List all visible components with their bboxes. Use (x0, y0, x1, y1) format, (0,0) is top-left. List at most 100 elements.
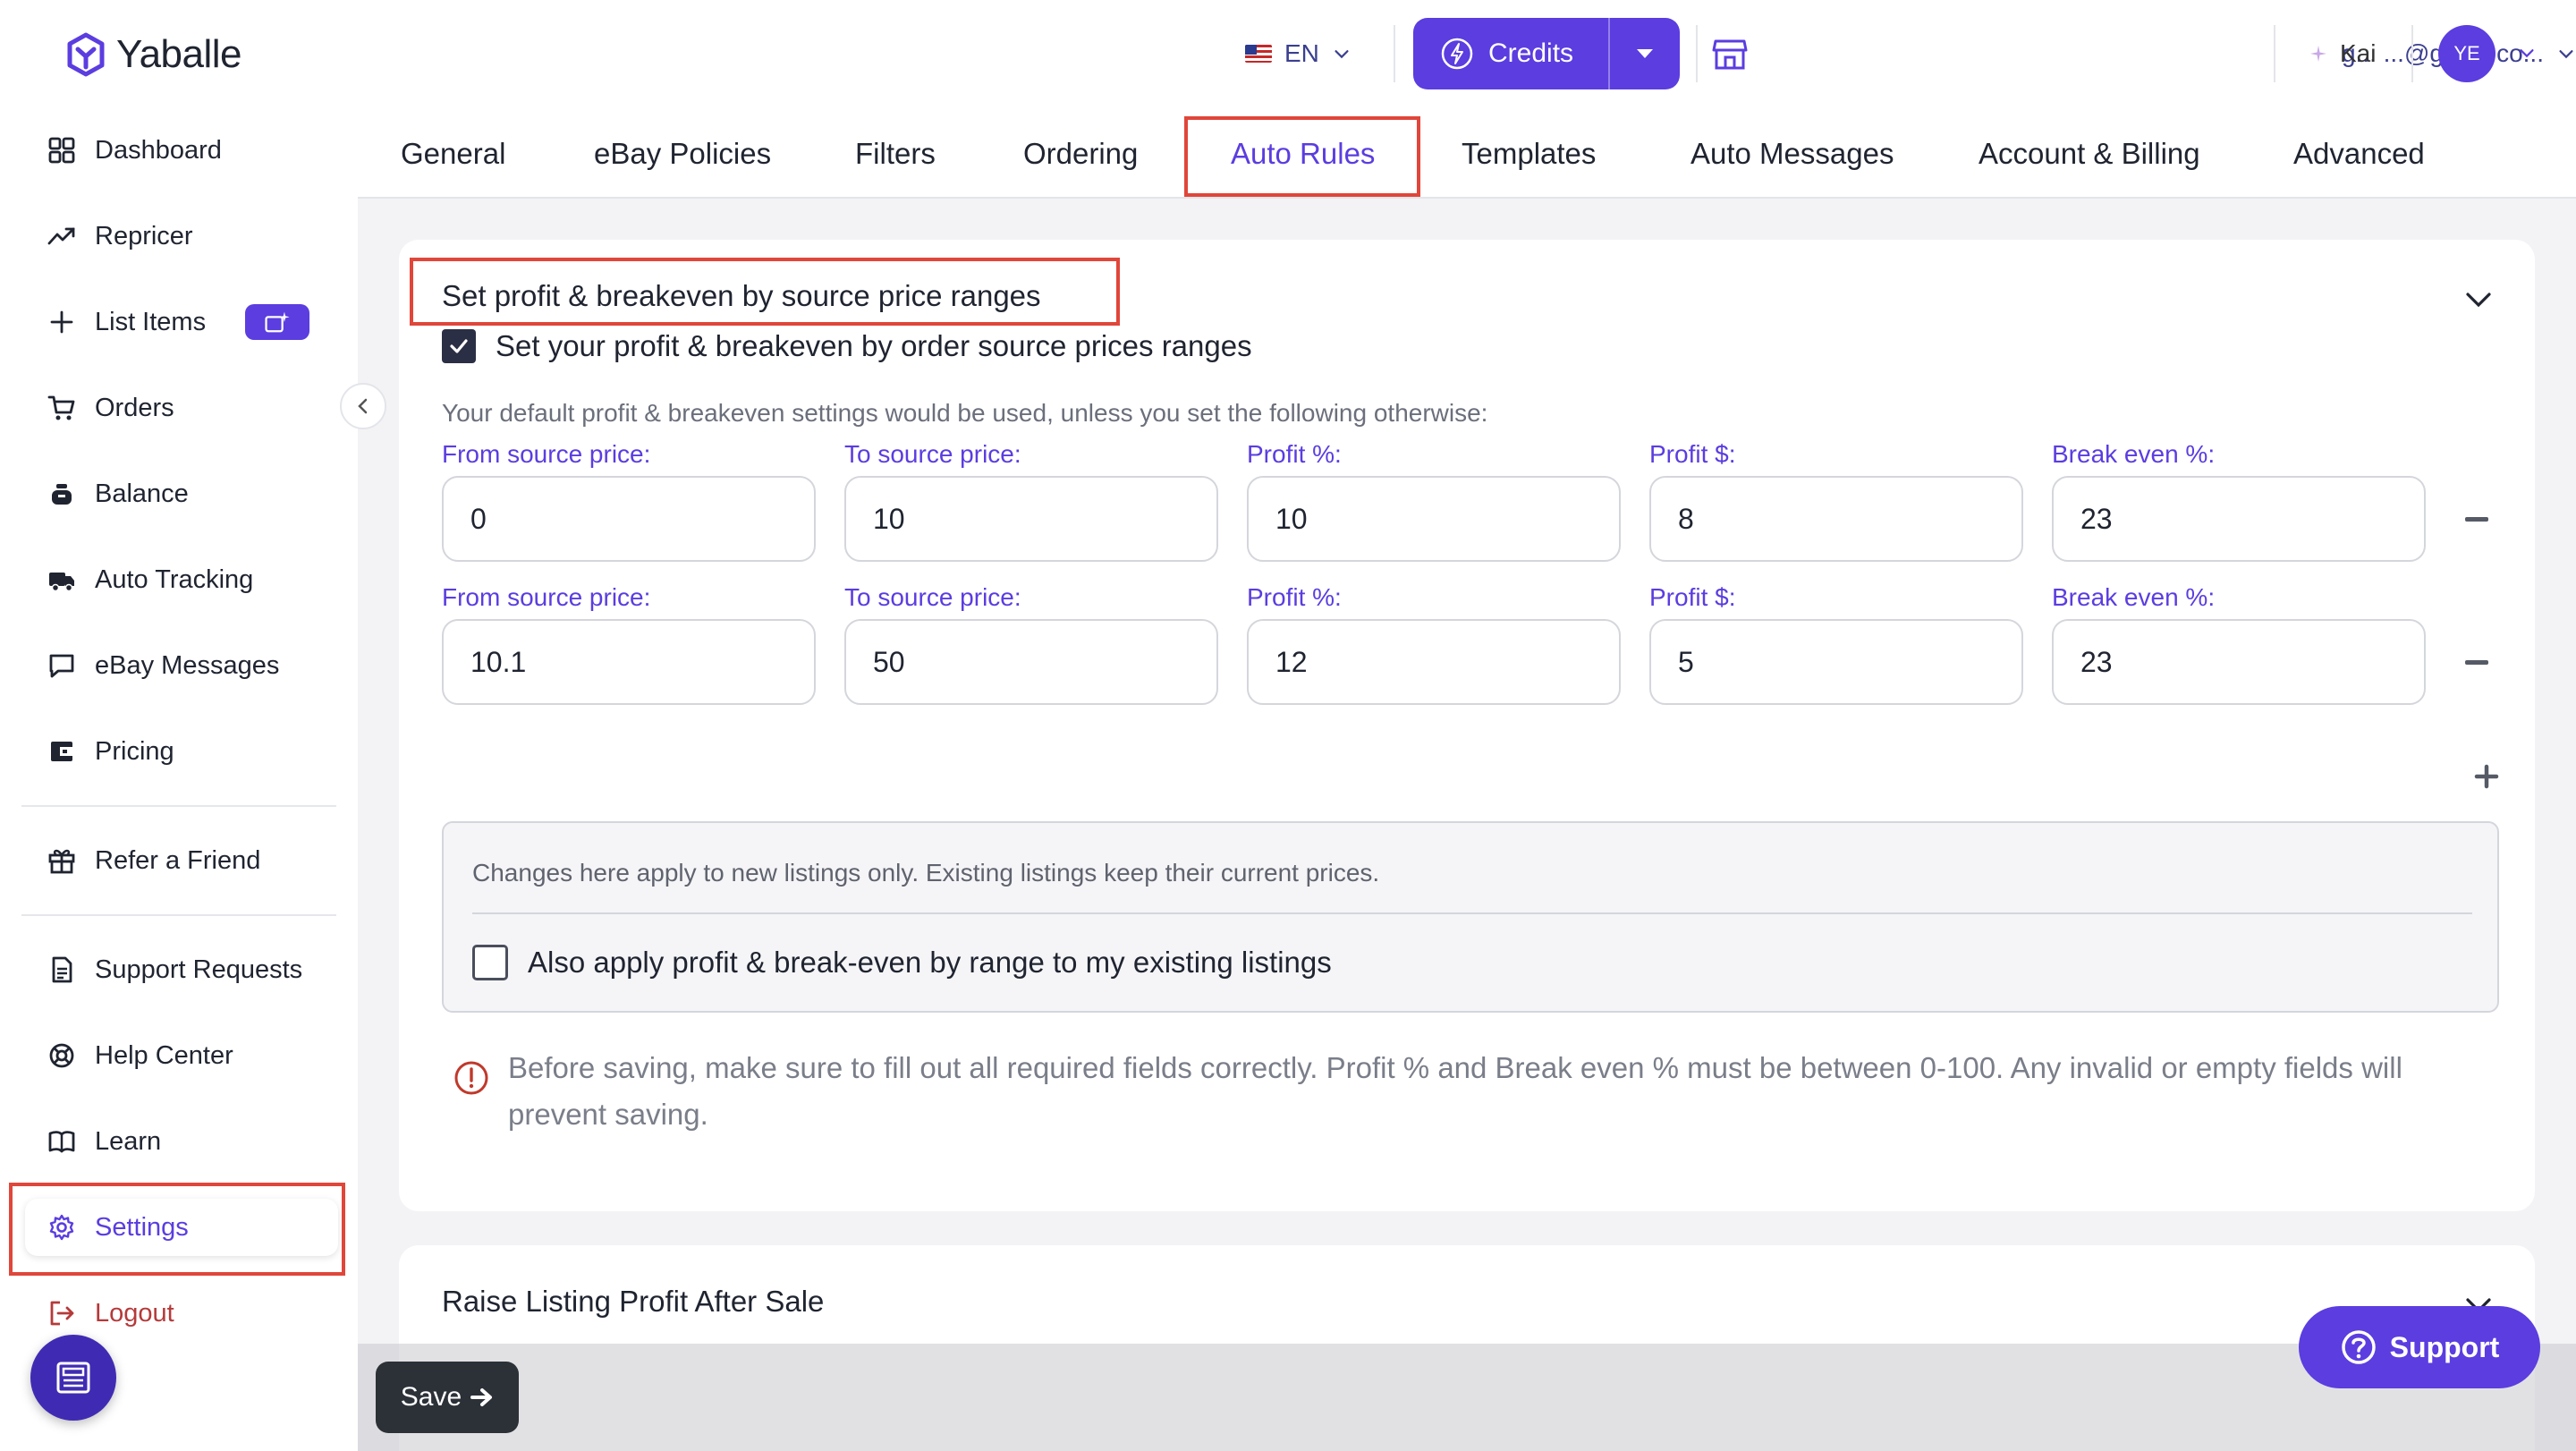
sidebar-item-help-center[interactable]: Help Center (25, 1027, 338, 1084)
credits-button-group: Credits (1413, 18, 1680, 89)
trend-up-icon (47, 227, 75, 245)
credits-button[interactable]: Credits (1413, 18, 1610, 89)
money-bag-icon (52, 484, 72, 505)
store-icon[interactable] (1710, 34, 1750, 73)
avatar[interactable]: YE (2438, 25, 2496, 82)
magic-box-icon (265, 311, 290, 333)
sidebar-item-auto-tracking[interactable]: Auto Tracking (25, 551, 338, 608)
tab-general[interactable]: General (401, 109, 505, 199)
range-2-profit-percent-input[interactable] (1247, 619, 1621, 705)
news-button[interactable] (30, 1335, 116, 1421)
document-icon (52, 956, 72, 983)
language-selector[interactable]: EN (1245, 32, 1352, 75)
chevron-down-icon[interactable] (2517, 43, 2537, 63)
remove-range-2-button[interactable] (2465, 660, 2488, 665)
to-price-label: To source price: (844, 583, 1021, 611)
sidebar-item-logout[interactable]: Logout (25, 1285, 338, 1342)
truck-icon (49, 573, 74, 592)
chevron-down-icon (2559, 50, 2573, 59)
support-label: Support (2389, 1330, 2500, 1363)
breakeven-percent-label: Break even %: (2052, 583, 2216, 611)
sidebar-item-repricer[interactable]: Repricer (25, 208, 338, 265)
range-2-breakeven-input[interactable] (2052, 619, 2426, 705)
breakeven-percent-label: Break even %: (2052, 440, 2216, 468)
sidebar-item-pricing[interactable]: Pricing (25, 723, 338, 780)
header-divider (1696, 25, 1698, 82)
tab-auto-messages[interactable]: Auto Messages (1690, 109, 1894, 199)
sidebar-item-support-requests[interactable]: Support Requests (25, 941, 338, 998)
sidebar-item-dashboard[interactable]: Dashboard (25, 122, 338, 179)
sidebar-item-orders[interactable]: Orders (25, 379, 338, 437)
sidebar-item-label: List Items (95, 307, 207, 336)
range-1-profit-percent-input[interactable] (1247, 476, 1621, 562)
header-divider (2411, 25, 2413, 82)
kai-assistant-button[interactable]: Kai (2308, 32, 2376, 75)
sidebar-item-list-items[interactable]: List Items (25, 293, 338, 351)
ai-badge (245, 304, 310, 340)
from-price-label: From source price: (442, 440, 651, 468)
save-button[interactable]: Save (376, 1362, 519, 1433)
tab-account-billing[interactable]: Account & Billing (1979, 109, 2200, 199)
sparkle-icon (2310, 46, 2326, 62)
range-1-to-input[interactable] (844, 476, 1218, 562)
tab-ebay-policies[interactable]: eBay Policies (594, 109, 771, 199)
logout-icon (50, 1301, 74, 1326)
book-icon (48, 1131, 75, 1153)
add-range-button[interactable] (2474, 764, 2499, 789)
wallet-icon (51, 742, 72, 761)
apply-note: Changes here apply to new listings only.… (472, 859, 1380, 887)
brand-logo[interactable]: Yaballe (64, 27, 242, 82)
apply-existing-checkbox-row[interactable]: Also apply profit & break-even by range … (472, 945, 1332, 980)
tab-templates[interactable]: Templates (1462, 109, 1596, 199)
range-2-from-input[interactable] (442, 619, 816, 705)
sidebar-item-label: Help Center (95, 1040, 233, 1070)
tab-filters[interactable]: Filters (855, 109, 936, 199)
sidebar-item-refer-a-friend[interactable]: Refer a Friend (25, 832, 338, 889)
credits-label: Credits (1488, 38, 1574, 68)
apply-existing-checkbox[interactable] (472, 945, 508, 980)
range-1-breakeven-input[interactable] (2052, 476, 2426, 562)
sidebar-item-label: Auto Tracking (95, 564, 254, 594)
credits-dropdown-button[interactable] (1610, 18, 1680, 89)
header-divider (2274, 25, 2275, 82)
enable-ranges-checkbox-row[interactable]: Set your profit & breakeven by order sou… (442, 329, 1252, 363)
apply-existing-label: Also apply profit & break-even by range … (528, 946, 1332, 979)
newspaper-icon (56, 1362, 90, 1394)
settings-highlight-box (9, 1183, 345, 1276)
tab-ordering[interactable]: Ordering (1023, 109, 1138, 199)
remove-range-1-button[interactable] (2465, 517, 2488, 522)
plus-icon (50, 310, 73, 334)
range-2-profit-dollar-input[interactable] (1649, 619, 2023, 705)
sidebar-item-ebay-messages[interactable]: eBay Messages (25, 637, 338, 694)
sidebar-item-label: Logout (95, 1298, 174, 1328)
range-2-to-input[interactable] (844, 619, 1218, 705)
cart-icon (47, 395, 75, 420)
tab-advanced[interactable]: Advanced (2293, 109, 2425, 199)
lifebuoy-icon (49, 1043, 74, 1068)
checkmark-icon (450, 339, 468, 353)
sidebar-item-learn[interactable]: Learn (25, 1113, 338, 1170)
sidebar-item-balance[interactable]: Balance (25, 465, 338, 522)
apply-existing-box: Changes here apply to new listings only.… (442, 821, 2499, 1013)
sidebar-item-label: Dashboard (95, 135, 222, 165)
app-root: Yaballe EN Credits g... Kai YE Dashboard… (0, 0, 2576, 1451)
sidebar-item-label: Refer a Friend (95, 845, 261, 875)
sidebar-divider (21, 805, 336, 807)
yaballe-logo-icon (67, 32, 105, 77)
settings-tabs: General eBay Policies Filters Ordering A… (358, 109, 2576, 199)
profit-dollar-label: Profit $: (1649, 440, 1736, 468)
auto-rules-highlight-box (1184, 116, 1420, 197)
enable-ranges-checkbox[interactable] (442, 329, 476, 363)
collapse-sidebar-button[interactable] (340, 383, 386, 429)
range-1-from-input[interactable] (442, 476, 816, 562)
save-bar (358, 1344, 2576, 1451)
save-label: Save (400, 1382, 462, 1412)
sidebar-item-label: Support Requests (95, 955, 303, 984)
chevron-down-icon[interactable] (2462, 283, 2496, 317)
range-1-profit-dollar-input[interactable] (1649, 476, 2023, 562)
us-flag-icon (1245, 45, 1272, 63)
avatar-initials: YE (2453, 42, 2480, 64)
default-settings-note: Your default profit & breakeven settings… (442, 399, 1488, 427)
support-button[interactable]: Support (2299, 1306, 2540, 1388)
apply-divider (472, 912, 2472, 914)
